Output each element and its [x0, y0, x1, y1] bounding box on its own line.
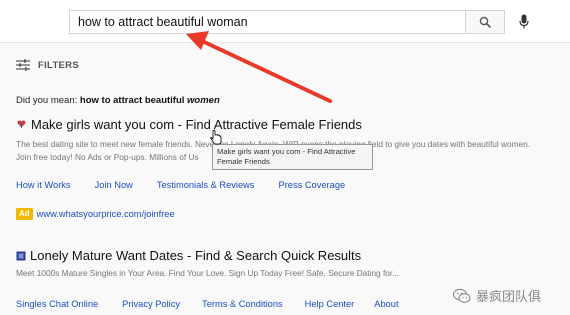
sitelink-about[interactable]: About — [374, 299, 398, 309]
search-header: how to attract beautiful woman — [0, 0, 570, 43]
sitelink-help-center[interactable]: Help Center — [305, 299, 355, 309]
sitelink-singles-chat-online[interactable]: Singles Chat Online — [16, 299, 98, 309]
sitelink-privacy-policy[interactable]: Privacy Policy — [122, 299, 180, 309]
suggestion-main: how to attract beautiful — [79, 95, 185, 106]
sitelink-terms-conditions[interactable]: Terms & Conditions — [202, 299, 283, 309]
wechat-logo-icon — [452, 288, 471, 303]
search-input[interactable]: how to attract beautiful woman — [69, 10, 465, 34]
result-2-sitelinks: Singles Chat Online Privacy Policy Terms… — [16, 299, 399, 309]
result-1-title-link[interactable]: Make girls want you com - Find Attractiv… — [16, 117, 362, 132]
suggestion-fix: women — [187, 95, 220, 106]
spelling-prefix: Did you mean: — [16, 95, 78, 106]
watermark-text: 暴疯团队俱 — [476, 289, 542, 304]
sitelink-join-now[interactable]: Join Now — [95, 180, 133, 190]
result-2-title-link[interactable]: Lonely Mature Want Dates - Find & Search… — [16, 248, 361, 263]
mic-icon — [519, 14, 529, 29]
sitelink-press-coverage[interactable]: Press Coverage — [279, 180, 346, 190]
mouse-pointer-icon — [210, 130, 222, 145]
heart-favicon-icon — [17, 120, 26, 128]
filters-toggle[interactable]: FILTERS — [16, 57, 79, 73]
search-button[interactable] — [465, 10, 505, 34]
voice-search-button[interactable] — [516, 12, 532, 32]
watermark: 暴疯团队俱 — [452, 286, 541, 305]
result-2-snippet: Meet 1000s Mature Singles in Your Area. … — [16, 268, 400, 278]
spelling-suggestion: Did you mean: how to attract beautiful w… — [16, 95, 220, 106]
spelling-suggestion-link[interactable]: how to attract beautiful women — [80, 95, 220, 106]
filters-label: FILTERS — [38, 59, 79, 71]
search-icon — [479, 16, 491, 28]
sitelink-testimonials-reviews[interactable]: Testimonials & Reviews — [157, 180, 255, 190]
site-favicon-icon — [16, 251, 26, 260]
sliders-icon — [16, 59, 30, 71]
result-1-sitelinks: How it Works Join Now Testimonials & Rev… — [16, 180, 345, 190]
sitelink-how-it-works[interactable]: How it Works — [16, 180, 71, 190]
result-1-ad-line: Ad www.whatsyourprice.com/joinfree — [16, 208, 175, 220]
result-2-title: Lonely Mature Want Dates - Find & Search… — [30, 248, 362, 263]
ad-badge: Ad — [16, 208, 33, 220]
result-1-title: Make girls want you com - Find Attractiv… — [31, 117, 362, 132]
title-tooltip: Make girls want you com - Find Attractiv… — [212, 144, 373, 170]
result-1-url[interactable]: www.whatsyourprice.com/joinfree — [37, 209, 175, 219]
